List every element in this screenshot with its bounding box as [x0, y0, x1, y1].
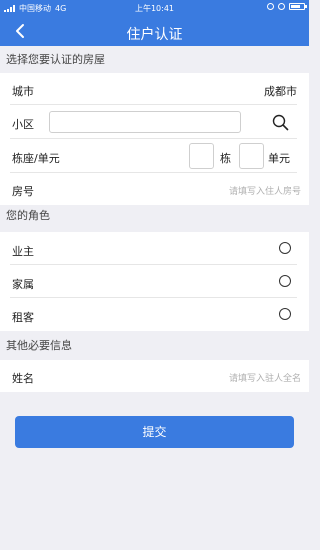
section-other-header: 其他必要信息	[0, 335, 309, 357]
building-label: 栋座/单元	[12, 152, 60, 165]
community-label: 小区	[12, 118, 34, 131]
community-input[interactable]	[49, 111, 241, 133]
community-row: 小区	[0, 105, 309, 139]
building-suffix: 栋	[220, 152, 231, 165]
role-label: 家属	[12, 278, 34, 291]
battery-icon	[289, 3, 307, 10]
radio-icon[interactable]	[279, 275, 291, 287]
alarm-icon	[278, 3, 285, 10]
name-input[interactable]: 请填写入驻人全名	[229, 371, 301, 384]
role-option-family[interactable]: 家属	[0, 265, 309, 298]
location-icon	[267, 3, 274, 10]
search-icon[interactable]	[272, 114, 289, 131]
section-role-header: 您的角色	[0, 205, 309, 227]
room-label: 房号	[12, 185, 34, 198]
role-label: 业主	[12, 245, 34, 258]
city-row[interactable]: 城市 成都市	[0, 73, 309, 105]
name-label: 姓名	[12, 372, 34, 385]
radio-icon[interactable]	[279, 308, 291, 320]
radio-icon[interactable]	[279, 242, 291, 254]
name-row[interactable]: 姓名 请填写入驻人全名	[0, 360, 309, 392]
room-row[interactable]: 房号 请填写入住人房号	[0, 173, 309, 205]
unit-input[interactable]	[239, 143, 264, 169]
role-label: 租客	[12, 311, 34, 324]
submit-button[interactable]: 提交	[15, 416, 294, 448]
page-title: 住户认证	[126, 27, 183, 43]
section-house-header: 选择您要认证的房屋	[0, 49, 309, 71]
role-option-tenant[interactable]: 租客	[0, 298, 309, 331]
room-input[interactable]: 请填写入住人房号	[229, 184, 301, 197]
status-bar: 中国移动 4G 上午10:41	[0, 0, 309, 16]
nav-bar: 住户认证	[0, 16, 309, 46]
clock: 上午10:41	[134, 4, 175, 13]
city-value[interactable]: 成都市	[264, 83, 297, 99]
building-input[interactable]	[189, 143, 214, 169]
building-row: 栋座/单元 栋 单元	[0, 139, 309, 173]
role-option-owner[interactable]: 业主	[0, 232, 309, 265]
unit-suffix: 单元	[268, 152, 290, 165]
city-label: 城市	[12, 85, 34, 98]
